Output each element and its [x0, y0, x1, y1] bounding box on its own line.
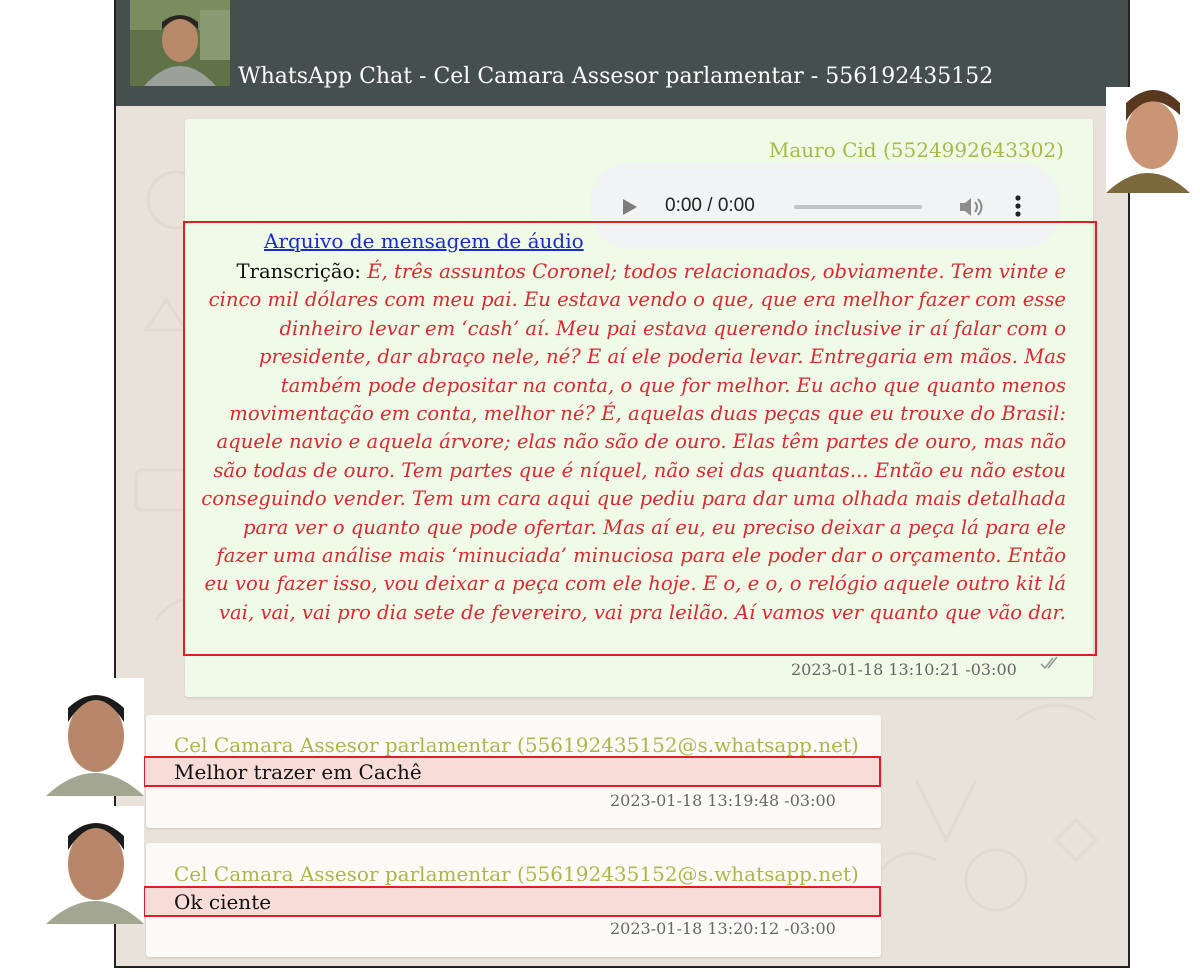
- sender-avatar-camara[interactable]: [46, 806, 144, 924]
- volume-icon[interactable]: [958, 195, 984, 219]
- message-sender: Cel Camara Assesor parlamentar (55619243…: [174, 733, 859, 757]
- chat-title: WhatsApp Chat - Cel Camara Assesor parla…: [238, 64, 994, 89]
- message-timestamp: 2023-01-18 13:19:48 -03:00: [610, 791, 836, 810]
- double-check-icon: [1040, 656, 1058, 670]
- message-timestamp: 2023-01-18 13:20:12 -03:00: [610, 919, 836, 938]
- sender-avatar-mauro[interactable]: [1106, 87, 1190, 193]
- more-vertical-icon[interactable]: [1015, 195, 1021, 217]
- audio-progress-track[interactable]: [794, 205, 922, 209]
- sender-avatar-camara[interactable]: [46, 678, 144, 796]
- transcript-label: Transcrição:: [236, 260, 361, 283]
- message-sender: Cel Camara Assesor parlamentar (55619243…: [174, 862, 859, 886]
- message-timestamp: 2023-01-18 13:10:21 -03:00: [791, 660, 1017, 679]
- message-sender: Mauro Cid (5524992643302): [768, 138, 1064, 162]
- contact-avatar[interactable]: [130, 0, 230, 86]
- audio-file-link[interactable]: Arquivo de mensagem de áudio: [264, 229, 584, 253]
- message-text: Ok ciente: [174, 890, 272, 914]
- chat-header: WhatsApp Chat - Cel Camara Assesor parla…: [116, 0, 1128, 106]
- audio-transcript: Transcrição: É, três assuntos Coronel; t…: [192, 258, 1066, 627]
- audio-time: 0:00 / 0:00: [665, 195, 755, 216]
- message-text: Melhor trazer em Cachê: [174, 760, 422, 784]
- play-icon[interactable]: [622, 198, 638, 216]
- transcript-text: É, três assuntos Coronel; todos relacion…: [201, 260, 1066, 624]
